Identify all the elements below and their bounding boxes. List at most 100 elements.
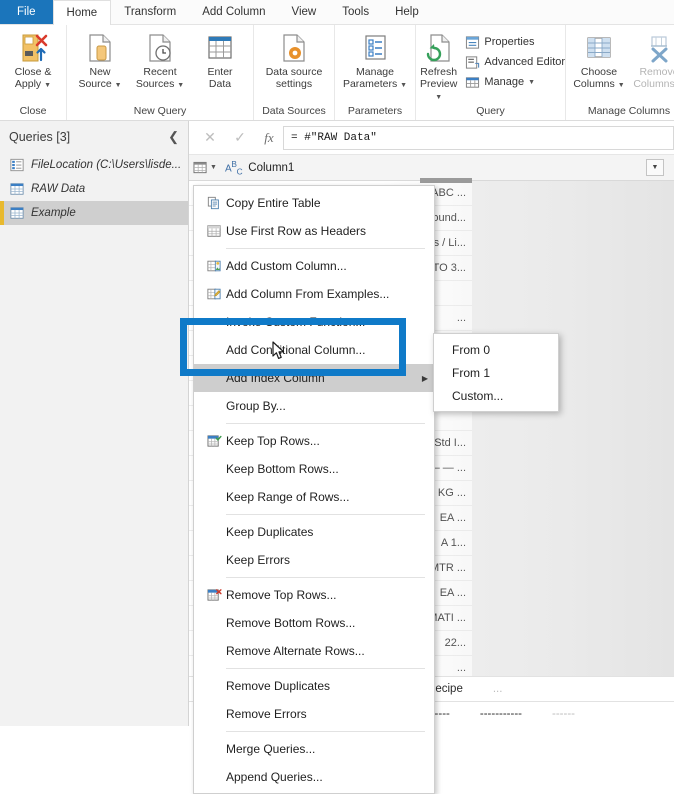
data-source-settings-button[interactable]: Data source settings <box>257 29 331 90</box>
menu-item-merge-queries[interactable]: Merge Queries... <box>194 735 434 763</box>
tab-file[interactable]: File <box>0 0 53 24</box>
properties-icon <box>465 35 480 50</box>
tab-file-label: File <box>17 6 36 18</box>
remove-columns-icon <box>643 31 674 65</box>
submenu-item-custom[interactable]: Custom... <box>434 384 558 407</box>
tab-add-column[interactable]: Add Column <box>189 0 278 24</box>
menu-item-keep-bottom-rows[interactable]: Keep Bottom Rows... <box>194 455 434 483</box>
chevron-down-icon: ▼ <box>617 82 625 89</box>
menu-item-add-custom-column[interactable]: Add Custom Column... <box>194 252 434 280</box>
menu-item-label: Remove Duplicates <box>226 679 331 693</box>
choose-columns-button[interactable]: Choose Columns ▼ <box>569 29 629 90</box>
menu-item-remove-top-rows[interactable]: Remove Top Rows... <box>194 581 434 609</box>
remove-columns-button[interactable]: RemoveColumns ▼ <box>629 29 674 90</box>
chevron-down-icon[interactable]: ▼ <box>210 164 217 171</box>
ribbon-group-data-sources: Data source settings Data Sources <box>254 25 335 120</box>
chevron-down-icon: ▼ <box>177 82 185 89</box>
menu-item-label: Remove Alternate Rows... <box>226 644 365 658</box>
tab-view-label: View <box>291 6 317 18</box>
headers-icon <box>202 224 226 238</box>
submenu-item-from-0[interactable]: From 0 <box>434 338 558 361</box>
query-item-example[interactable]: Example <box>0 201 188 225</box>
queries-pane-title: Queries [3] <box>9 130 71 144</box>
query-item-filelocation[interactable]: FileLocation (C:\Users\lisde... <box>0 153 188 177</box>
menu-item-keep-errors[interactable]: Keep Errors <box>194 546 434 574</box>
enter-data-button[interactable]: Enter Data <box>190 29 250 90</box>
recent-sources-button[interactable]: Recent Sources ▼ <box>130 29 190 90</box>
column-header-name[interactable]: Column1 <box>248 162 294 174</box>
new-source-button[interactable]: New Source ▼ <box>70 29 130 90</box>
close-and-apply-label: Close & Apply ▼ <box>14 66 52 90</box>
menu-item-keep-top-rows[interactable]: Keep Top Rows... <box>194 427 434 455</box>
menu-item-label: Copy Entire Table <box>226 196 321 210</box>
submenu-item-from-1[interactable]: From 1 <box>434 361 558 384</box>
refresh-preview-button[interactable]: Refresh Preview ▼ <box>419 29 458 102</box>
formula-accept-icon[interactable]: ✓ <box>225 129 255 146</box>
query-item-filelocation-label: FileLocation (C:\Users\lisde... <box>31 159 182 171</box>
ribbon-group-data-sources-label: Data Sources <box>262 105 326 117</box>
menu-item-remove-duplicates[interactable]: Remove Duplicates <box>194 672 434 700</box>
queries-pane: Queries [3] ❮ FileLocation (C:\Users\lis… <box>0 121 189 726</box>
tab-view[interactable]: View <box>279 0 330 24</box>
chevron-down-icon: ▼ <box>435 94 443 101</box>
ribbon-group-manage-columns-label: Manage Columns <box>587 105 671 117</box>
menu-item-keep-duplicates[interactable]: Keep Duplicates <box>194 518 434 546</box>
menu-separator <box>226 577 425 578</box>
menu-item-copy-entire-table[interactable]: Copy Entire Table <box>194 189 434 217</box>
add-index-column-submenu: From 0 From 1 Custom... <box>433 333 559 412</box>
submenu-item-label: From 0 <box>452 342 491 357</box>
chevron-right-icon: ▶ <box>421 373 429 383</box>
menu-item-label: Use First Row as Headers <box>226 224 367 238</box>
formula-input[interactable]: = #"RAW Data" <box>283 125 674 150</box>
ribbon-group-manage-columns: ChooseColumns ▼ RemoveColumns ▼ Manage C… <box>566 25 674 120</box>
remove-rows-icon <box>202 588 226 602</box>
table-options-icon[interactable]: ▼ <box>193 161 217 175</box>
menu-item-label: Remove Bottom Rows... <box>226 616 356 630</box>
manage-parameters-label: Manage Parameters ▼ <box>342 66 408 90</box>
tab-transform[interactable]: Transform <box>111 0 189 24</box>
manage-button[interactable]: Manage ▼ <box>462 72 568 92</box>
menu-item-use-first-row-as-headers[interactable]: Use First Row as Headers <box>194 217 434 245</box>
enter-data-label: Enter Data <box>207 66 233 90</box>
menu-item-invoke-custom-function[interactable]: Invoke Custom Function... <box>194 308 434 336</box>
advanced-editor-button[interactable]: Advanced Editor <box>462 52 568 72</box>
horizontal-scrollbar-thumb[interactable] <box>420 178 472 183</box>
menu-item-append-queries[interactable]: Append Queries... <box>194 763 434 791</box>
cell-recipe: ----------- <box>479 708 523 720</box>
formula-fx-icon[interactable]: fx <box>255 130 283 146</box>
manage-label: Manage <box>484 76 525 88</box>
menu-item-keep-range-of-rows[interactable]: Keep Range of Rows... <box>194 483 434 511</box>
menu-item-remove-alternate-rows[interactable]: Remove Alternate Rows... <box>194 637 434 665</box>
menu-item-group-by[interactable]: Group By... <box>194 392 434 420</box>
table-icon <box>10 206 24 220</box>
ribbon-group-close-label: Close <box>19 105 47 117</box>
menu-item-add-index-column[interactable]: Add Index Column ▶ <box>194 364 434 392</box>
menu-item-remove-bottom-rows[interactable]: Remove Bottom Rows... <box>194 609 434 637</box>
menu-separator <box>226 731 425 732</box>
menu-item-add-column-from-examples[interactable]: Add Column From Examples... <box>194 280 434 308</box>
ribbon-group-query: Refresh Preview ▼ Properties Advanced Ed… <box>416 25 566 120</box>
close-and-apply-button[interactable]: Close & Apply ▼ <box>3 29 63 90</box>
tab-tools[interactable]: Tools <box>329 0 382 24</box>
manage-parameters-icon <box>360 31 390 65</box>
menu-item-add-conditional-column[interactable]: Add Conditional Column... <box>194 336 434 364</box>
column-type-icon[interactable]: ABC <box>225 159 243 176</box>
properties-button[interactable]: Properties <box>462 32 568 52</box>
ribbon-tabstrip: File Home Transform Add Column View Tool… <box>0 0 674 25</box>
data-source-settings-label: Data source settings <box>265 66 323 90</box>
tab-help[interactable]: Help <box>382 0 432 24</box>
formula-cancel-icon[interactable]: ✕ <box>195 129 225 146</box>
table-icon <box>10 182 24 196</box>
menu-item-label: Invoke Custom Function... <box>226 315 366 329</box>
menu-item-remove-errors[interactable]: Remove Errors <box>194 700 434 728</box>
menu-item-label: Keep Range of Rows... <box>226 490 350 504</box>
recent-sources-icon <box>145 31 175 65</box>
column-filter-dropdown-icon[interactable]: ▼ <box>646 159 664 176</box>
choose-columns-label: Choose Columns ▼ <box>573 66 625 90</box>
custom-column-icon <box>202 259 226 273</box>
tab-home[interactable]: Home <box>52 0 112 25</box>
collapse-pane-icon[interactable]: ❮ <box>168 129 179 145</box>
chevron-down-icon: ▼ <box>400 82 408 89</box>
query-item-raw-data[interactable]: RAW Data <box>0 177 188 201</box>
manage-parameters-button[interactable]: Manage Parameters ▼ <box>338 29 412 90</box>
